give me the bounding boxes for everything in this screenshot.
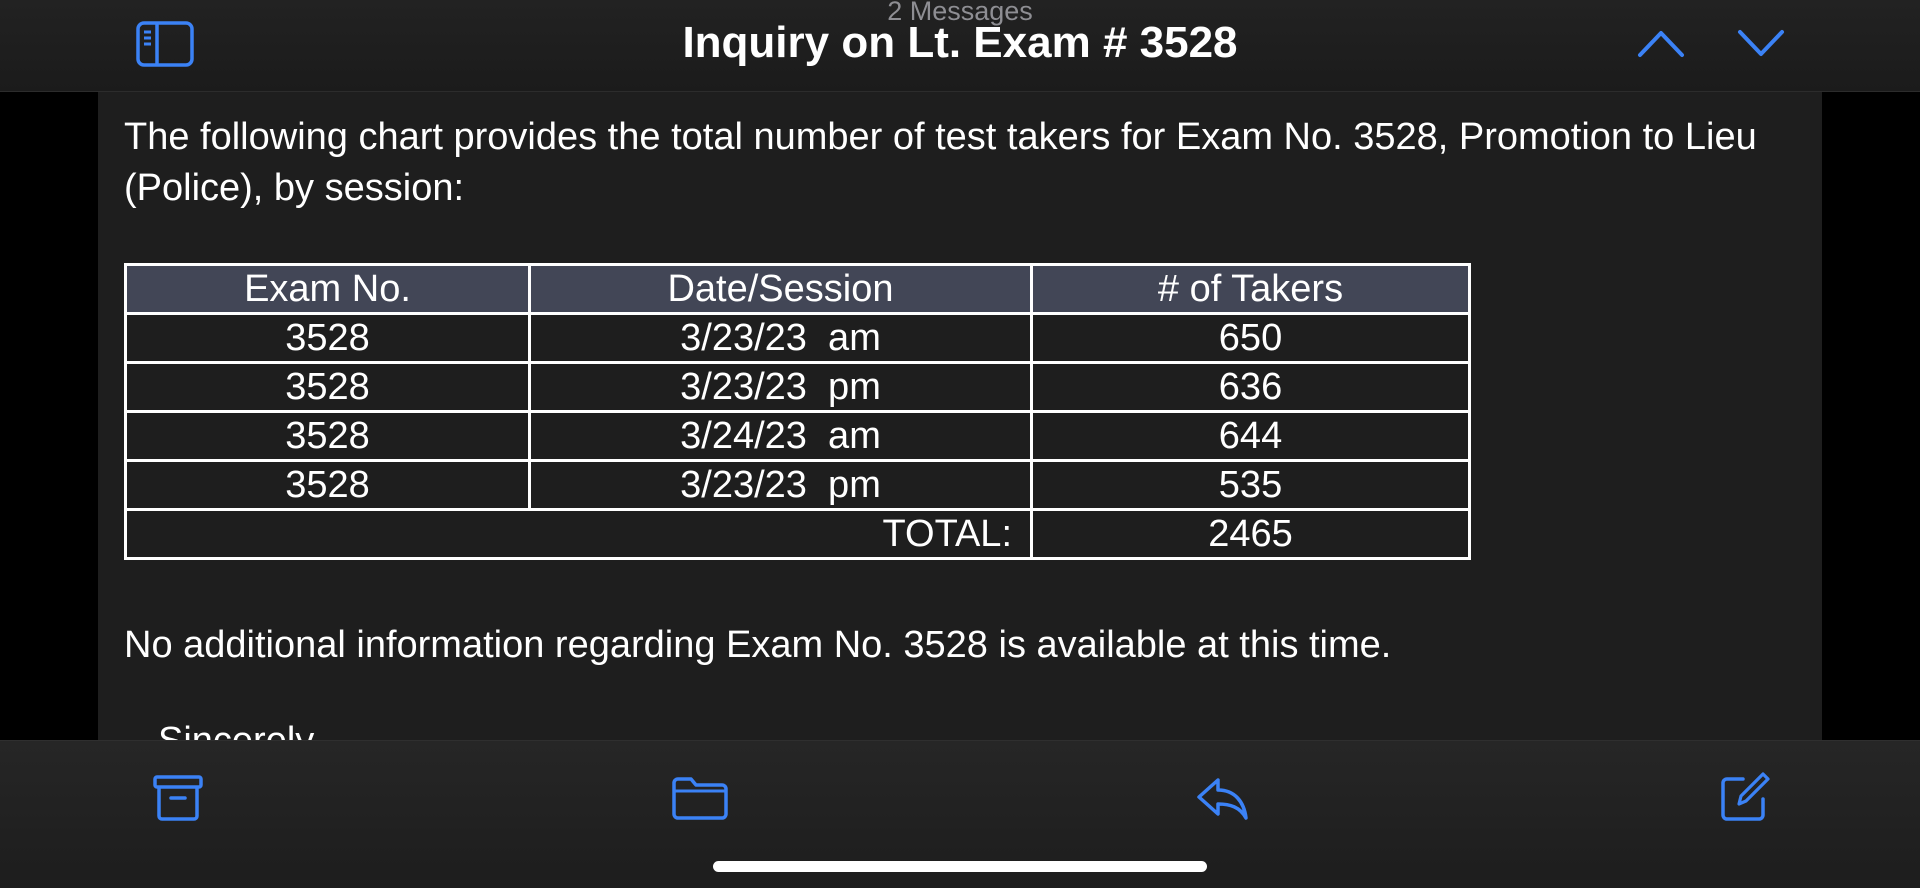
reply-button[interactable]: [1192, 770, 1252, 826]
intro-line-2: (Police), by session:: [124, 167, 465, 209]
no-additional-info-note: No additional information regarding Exam…: [124, 624, 1392, 666]
takers-cell: 650: [1030, 312, 1471, 364]
chevron-up-icon: [1638, 31, 1684, 57]
takers-cell: 636: [1030, 361, 1471, 413]
archive-button[interactable]: [148, 770, 208, 826]
intro-paragraph: The following chart provides the total n…: [124, 112, 1822, 214]
compose-icon: [1721, 772, 1770, 821]
exam-takers-table: Exam No. Date/Session # of Takers 3528 3…: [124, 263, 1471, 560]
email-body: The following chart provides the total n…: [98, 92, 1822, 740]
exam-no-cell: 3528: [124, 410, 531, 462]
next-message-button[interactable]: [1735, 25, 1787, 61]
table-row: 3528 3/23/23 am 650: [124, 312, 1471, 364]
takers-cell: 644: [1030, 410, 1471, 462]
exam-no-cell: 3528: [124, 312, 531, 364]
closing-text: Sincerely,: [158, 720, 322, 740]
bottom-toolbar: [0, 740, 1920, 888]
folder-icon: [672, 777, 728, 820]
reply-icon: [1197, 778, 1248, 820]
home-indicator[interactable]: [713, 861, 1207, 872]
exam-no-cell: 3528: [124, 361, 531, 413]
table-row: 3528 3/23/23 pm 636: [124, 361, 1471, 413]
compose-button[interactable]: [1714, 770, 1774, 826]
intro-line-1: The following chart provides the total n…: [124, 116, 1757, 158]
takers-cell: 535: [1030, 459, 1471, 511]
move-to-folder-button[interactable]: [670, 770, 730, 826]
session-cell: 3/24/23 am: [528, 410, 1033, 462]
archive-icon: [153, 775, 203, 821]
chevron-down-icon: [1738, 30, 1784, 56]
table-header-row: Exam No. Date/Session # of Takers: [124, 263, 1471, 315]
column-header-date-session: Date/Session: [528, 263, 1033, 315]
email-subject-title: Inquiry on Lt. Exam # 3528: [682, 18, 1238, 67]
total-label: TOTAL:: [124, 508, 1033, 560]
table-row: 3528 3/24/23 am 644: [124, 410, 1471, 462]
column-header-exam-no: Exam No.: [124, 263, 531, 315]
previous-message-button[interactable]: [1635, 25, 1687, 61]
session-cell: 3/23/23 pm: [528, 361, 1033, 413]
session-cell: 3/23/23 pm: [528, 459, 1033, 511]
total-value: 2465: [1030, 508, 1471, 560]
navigation-bar: 2 Messages Inquiry on Lt. Exam # 3528: [0, 0, 1920, 92]
table-row: 3528 3/23/23 pm 535: [124, 459, 1471, 511]
total-row: TOTAL: 2465: [124, 508, 1471, 560]
column-header-takers: # of Takers: [1030, 263, 1471, 315]
exam-no-cell: 3528: [124, 459, 531, 511]
session-cell: 3/23/23 am: [528, 312, 1033, 364]
